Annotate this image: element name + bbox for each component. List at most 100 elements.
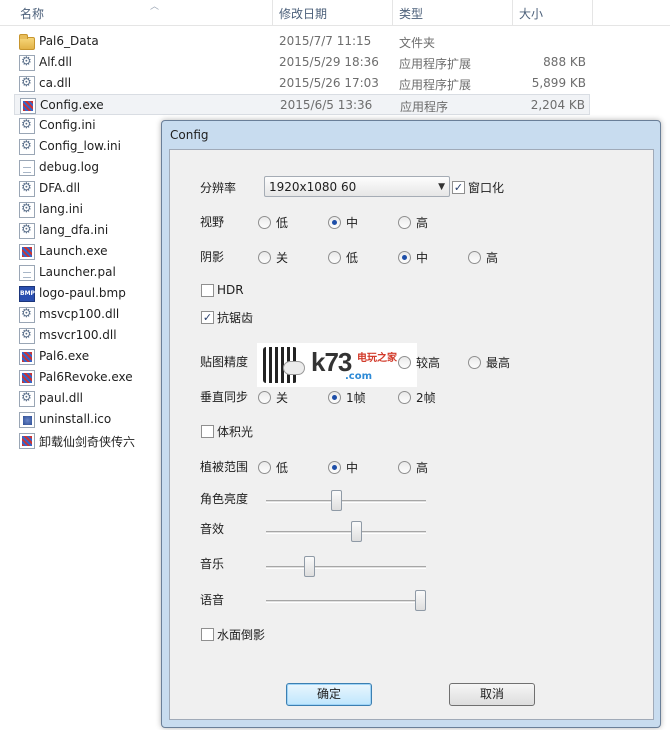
file-type: 文件夹 <box>399 36 436 50</box>
radio-option[interactable]: 低 <box>258 459 288 476</box>
folder-icon <box>19 34 35 50</box>
column-header-size[interactable]: 大小 <box>519 5 543 22</box>
dll-file-icon <box>19 306 35 323</box>
column-divider[interactable] <box>592 0 593 26</box>
radio-label: 中 <box>346 461 359 475</box>
column-header-date[interactable]: 修改日期 <box>279 5 327 22</box>
radio-option[interactable]: 较高 <box>398 354 440 371</box>
logo-domain: .com <box>345 371 373 382</box>
file-row[interactable]: ca.dll 2015/5/26 17:03 应用程序扩展 5,899 KB <box>14 73 590 94</box>
radio-dot <box>258 251 271 264</box>
radio-option[interactable]: 高 <box>468 249 498 266</box>
file-type: 应用程序扩展 <box>399 57 472 71</box>
radio-label: 1帧 <box>346 391 366 405</box>
dll-file-icon <box>19 327 35 344</box>
hdr-checkbox[interactable]: HDR <box>201 283 244 297</box>
sort-up-icon: ︿ <box>150 2 160 12</box>
radio-dot <box>328 461 341 474</box>
file-row[interactable]: Pal6_Data 2015/7/7 11:15 文件夹 <box>14 31 590 52</box>
windowed-label: 窗口化 <box>468 181 505 195</box>
file-list-header: 名称 ︿ 修改日期 类型 大小 <box>0 0 670 26</box>
slider-thumb[interactable] <box>331 490 343 511</box>
water-reflection-checkbox[interactable]: 水面倒影 <box>201 626 265 643</box>
file-name: lang_dfa.ini <box>39 223 109 237</box>
file-name: Config.exe <box>40 98 104 112</box>
file-row[interactable]: Alf.dll 2015/5/29 18:36 应用程序扩展 888 KB <box>14 52 590 73</box>
column-divider[interactable] <box>512 0 513 26</box>
file-name: debug.log <box>39 160 99 174</box>
volumetric-checkbox[interactable]: 体积光 <box>201 423 253 440</box>
slider-thumb[interactable] <box>304 556 316 577</box>
radio-option[interactable]: 高 <box>398 214 428 231</box>
hdr-label: HDR <box>217 283 244 297</box>
radio-dot <box>468 251 481 264</box>
cancel-button[interactable]: 取消 <box>449 683 535 706</box>
windowed-checkbox[interactable]: ✓ 窗口化 <box>452 179 504 196</box>
radio-label: 2帧 <box>416 391 436 405</box>
radio-label: 最高 <box>486 356 511 370</box>
brightness-slider[interactable] <box>266 490 426 512</box>
volumetric-label: 体积光 <box>217 425 254 439</box>
radio-option[interactable]: 中 <box>328 214 358 231</box>
file-name: Launch.exe <box>39 244 108 258</box>
file-type: 应用程序扩展 <box>399 78 472 92</box>
radio-option[interactable]: 低 <box>258 214 288 231</box>
slider-label: 语音 <box>200 593 225 607</box>
slider-label: 音乐 <box>200 557 225 571</box>
slider-thumb[interactable] <box>350 521 362 542</box>
radio-option[interactable]: 关 <box>258 249 288 266</box>
radio-dot <box>398 216 411 229</box>
radio-option[interactable]: 关 <box>258 389 288 406</box>
radio-option[interactable]: 中 <box>398 249 428 266</box>
radio-label: 关 <box>276 251 289 265</box>
column-header-type[interactable]: 类型 <box>399 5 423 22</box>
radio-option[interactable]: 中 <box>328 459 358 476</box>
radio-option[interactable]: 高 <box>398 459 428 476</box>
dialog-title: Config <box>170 128 209 142</box>
file-size: 888 KB <box>543 55 586 69</box>
texture-label: 贴图精度 <box>200 355 249 369</box>
radio-label: 高 <box>416 216 429 230</box>
config-dialog: Config 分辨率 1920x1080 60 ▼ ✓ 窗口化 视野 阴影 HD… <box>161 120 661 728</box>
file-name: Pal6Revoke.exe <box>39 370 133 384</box>
vegetation-label: 植被范围 <box>200 460 249 474</box>
slider-thumb[interactable] <box>414 590 426 611</box>
ico-file-icon <box>19 412 35 428</box>
radio-option[interactable]: 最高 <box>468 354 510 371</box>
column-divider[interactable] <box>272 0 273 26</box>
radio-dot <box>398 356 411 369</box>
radio-label: 低 <box>346 251 359 265</box>
slider-track <box>266 600 426 603</box>
resolution-select[interactable]: 1920x1080 60 ▼ <box>264 176 450 197</box>
antialias-checkbox[interactable]: ✓ 抗锯齿 <box>201 309 253 326</box>
antialias-label: 抗锯齿 <box>217 311 254 325</box>
file-date: 2015/5/26 17:03 <box>279 76 379 90</box>
exe-icon <box>19 370 35 386</box>
sfx-volume-slider[interactable] <box>266 521 426 543</box>
file-name: Pal6_Data <box>39 34 99 48</box>
slider-track <box>266 566 426 569</box>
ok-button[interactable]: 确定 <box>286 683 372 706</box>
water-reflection-label: 水面倒影 <box>217 628 266 642</box>
radio-option[interactable]: 2帧 <box>398 389 436 406</box>
radio-option[interactable]: 1帧 <box>328 389 366 406</box>
file-name: Config_low.ini <box>39 139 121 153</box>
file-name: lang.ini <box>39 202 83 216</box>
ini-file-icon <box>19 222 35 239</box>
file-name: msvcr100.dll <box>39 328 117 342</box>
file-name: 卸载仙剑奇侠传六 <box>39 435 136 449</box>
voice-volume-slider[interactable] <box>266 590 426 612</box>
slider-label: 角色亮度 <box>200 492 249 506</box>
music-volume-slider[interactable] <box>266 556 426 578</box>
column-header-name[interactable]: 名称 <box>20 5 44 22</box>
shadow-label: 阴影 <box>200 250 225 264</box>
file-row[interactable]: Config.exe 2015/6/5 13:36 应用程序 2,204 KB <box>14 94 590 115</box>
radio-label: 高 <box>416 461 429 475</box>
file-name: DFA.dll <box>39 181 81 195</box>
column-divider[interactable] <box>392 0 393 26</box>
radio-dot <box>468 356 481 369</box>
file-name: logo-paul.bmp <box>39 286 126 300</box>
checkbox-box: ✓ <box>201 311 214 324</box>
radio-option[interactable]: 低 <box>328 249 358 266</box>
log-file-icon <box>19 160 35 176</box>
